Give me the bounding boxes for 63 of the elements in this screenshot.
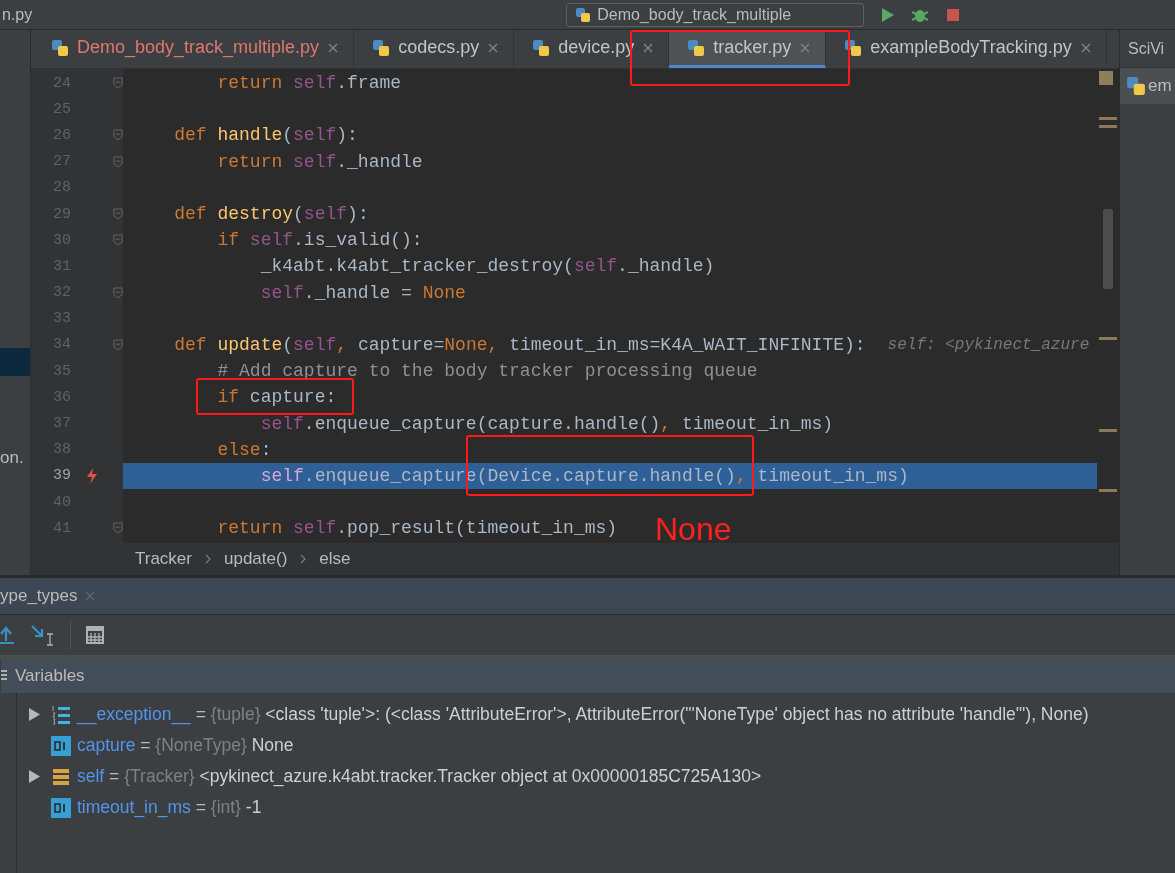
fold-icon[interactable]: [113, 285, 123, 300]
close-icon[interactable]: [83, 590, 96, 602]
code-line: _k4abt.k4abt_tracker_destroy(self._handle): [260, 256, 715, 277]
file-tab[interactable]: tracker.py: [669, 30, 827, 68]
expand-arrow-icon[interactable]: [27, 769, 41, 784]
fold-icon[interactable]: [113, 128, 123, 143]
file-tab[interactable]: codecs.py: [354, 30, 515, 68]
python-file-icon: [51, 38, 69, 57]
fold-icon[interactable]: [113, 207, 123, 222]
chevron-icon: [204, 553, 212, 565]
code-line: # Add capture to the body tracker processing queue: [217, 361, 758, 382]
variable-entry[interactable]: self = {Tracker} <pykinect_azure.k4abt.tracker.Tracker object at 0x00000185C725A130>: [77, 766, 762, 787]
breadcrumb-item[interactable]: else: [319, 549, 351, 569]
breadcrumb-item[interactable]: Tracker: [135, 549, 192, 569]
fold-icon[interactable]: [113, 76, 123, 91]
code-line: return self.frame: [217, 73, 402, 94]
line-number: 39: [52, 467, 71, 485]
code-line: else:: [217, 439, 272, 460]
step-out-icon[interactable]: [0, 625, 16, 645]
close-icon[interactable]: [487, 41, 500, 54]
variable-entry[interactable]: timeout_in_ms = {int} -1: [77, 797, 262, 818]
close-icon[interactable]: [327, 41, 340, 54]
list-icon: [1, 669, 9, 683]
breadcrumb-item[interactable]: update(): [224, 549, 288, 569]
annotation-text: None: [655, 511, 732, 548]
code-editor[interactable]: [31, 69, 1119, 543]
code-line: def update(self, capture=None, timeout_in_ms=K4A_WAIT_INFINITE):: [174, 334, 866, 355]
close-icon[interactable]: [1079, 41, 1092, 54]
close-icon[interactable]: [642, 41, 655, 54]
step-into-icon[interactable]: [30, 624, 56, 646]
code-line: return self.pop_result(timeout_in_ms): [217, 518, 618, 539]
expand-arrow-icon[interactable]: [27, 707, 41, 722]
debug-tab[interactable]: ype_types: [0, 586, 78, 606]
file-tab[interactable]: Demo_body_track_multiple.py: [33, 30, 355, 68]
file-tab[interactable]: exampleBodyTracking.py: [826, 30, 1107, 68]
python-file-icon: [1126, 76, 1146, 96]
project-file-item[interactable]: on.: [0, 448, 24, 468]
fold-icon[interactable]: [113, 154, 123, 169]
code-line: self._handle = None: [260, 282, 466, 303]
python-file-icon: [844, 38, 863, 57]
inlay-hint: self: <pykinect_azure: [887, 335, 1090, 354]
python-file-icon: [532, 38, 551, 57]
file-name: n.py: [2, 5, 33, 24]
code-line: if self.is_valid():: [217, 230, 423, 251]
code-line: if capture:: [217, 387, 337, 408]
code-line: def destroy(self):: [174, 204, 369, 225]
calculator-icon[interactable]: [85, 625, 105, 645]
fold-icon[interactable]: [113, 337, 123, 352]
python-file-icon: [687, 38, 706, 57]
variable-entry[interactable]: capture = {NoneType} None: [77, 735, 294, 756]
python-file-icon: [575, 6, 592, 23]
variable-entry[interactable]: __exception__ = {tuple} <class 'tuple'>: (<class 'AttributeError'>, AttributeError("'NoneType' object has no attribute 'handle'"), None): [77, 704, 1089, 725]
python-file-icon: [372, 38, 391, 57]
code-line: return self._handle: [217, 151, 423, 172]
fold-icon[interactable]: [113, 233, 123, 248]
code-line: self.enqueue_capture(capture.handle(), timeout_in_ms): [260, 413, 834, 434]
fold-icon[interactable]: [113, 521, 123, 536]
code-line: def handle(self):: [174, 125, 358, 146]
close-icon[interactable]: [799, 41, 812, 54]
run-configuration-dropdown[interactable]: Demo_body_track_multiple: [566, 2, 865, 27]
chevron-icon: [299, 553, 308, 565]
scrollbar-thumb[interactable]: [1103, 209, 1113, 289]
section-title: Variables: [15, 666, 85, 686]
